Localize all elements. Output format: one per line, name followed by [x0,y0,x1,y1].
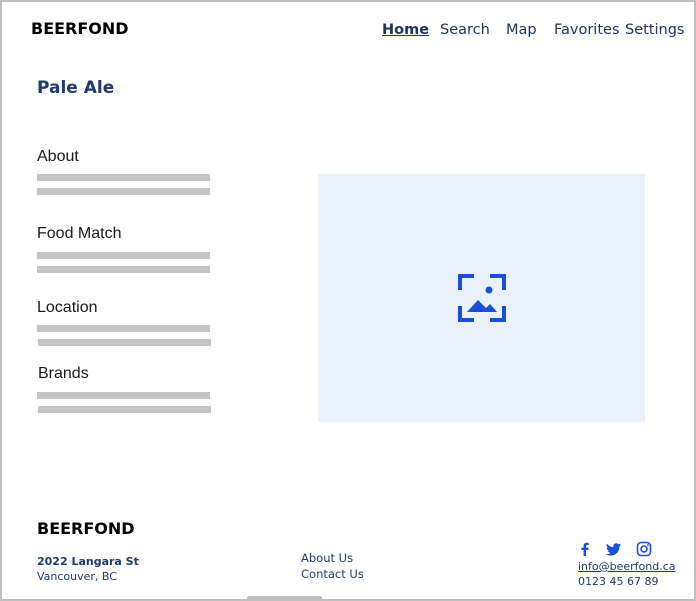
footer-about-us-link[interactable]: About Us [301,551,353,565]
brands-text-line-1 [37,392,210,399]
brands-text-line-2 [38,406,211,413]
footer-phone: 0123 45 67 89 [578,575,659,588]
app-frame: BEERFOND Home Search Map Favorites Setti… [0,0,696,601]
section-brands-label: Brands [38,365,89,382]
location-text-line-2 [38,339,211,346]
about-text-line-1 [37,174,210,181]
nav-settings[interactable]: Settings [625,22,684,38]
nav-favorites[interactable]: Favorites [554,22,620,38]
section-location-label: Location [37,299,98,316]
twitter-icon[interactable] [605,540,623,558]
footer-email-link[interactable]: info@beerfond.ca [578,560,676,573]
food-match-text-line-2 [37,266,210,273]
nav-home[interactable]: Home [382,22,429,38]
image-placeholder-icon [458,274,506,322]
nav-map[interactable]: Map [506,22,537,38]
scroll-handle[interactable] [247,596,322,599]
facebook-icon[interactable] [576,540,594,558]
about-text-line-2 [37,188,210,195]
section-about-label: About [37,148,79,165]
beer-image-placeholder [318,174,645,422]
location-text-line-1 [37,325,210,332]
footer-contact-us-link[interactable]: Contact Us [301,567,364,581]
section-food-match-label: Food Match [37,225,122,242]
instagram-icon[interactable] [635,540,653,558]
footer-logo[interactable]: BEERFOND [37,519,135,538]
footer-address-city: Vancouver, BC [37,570,117,583]
footer-address-street: 2022 Langara St [37,555,139,568]
nav-search[interactable]: Search [440,22,490,38]
food-match-text-line-1 [37,252,210,259]
page-title: Pale Ale [37,78,115,98]
header-logo[interactable]: BEERFOND [31,19,129,38]
